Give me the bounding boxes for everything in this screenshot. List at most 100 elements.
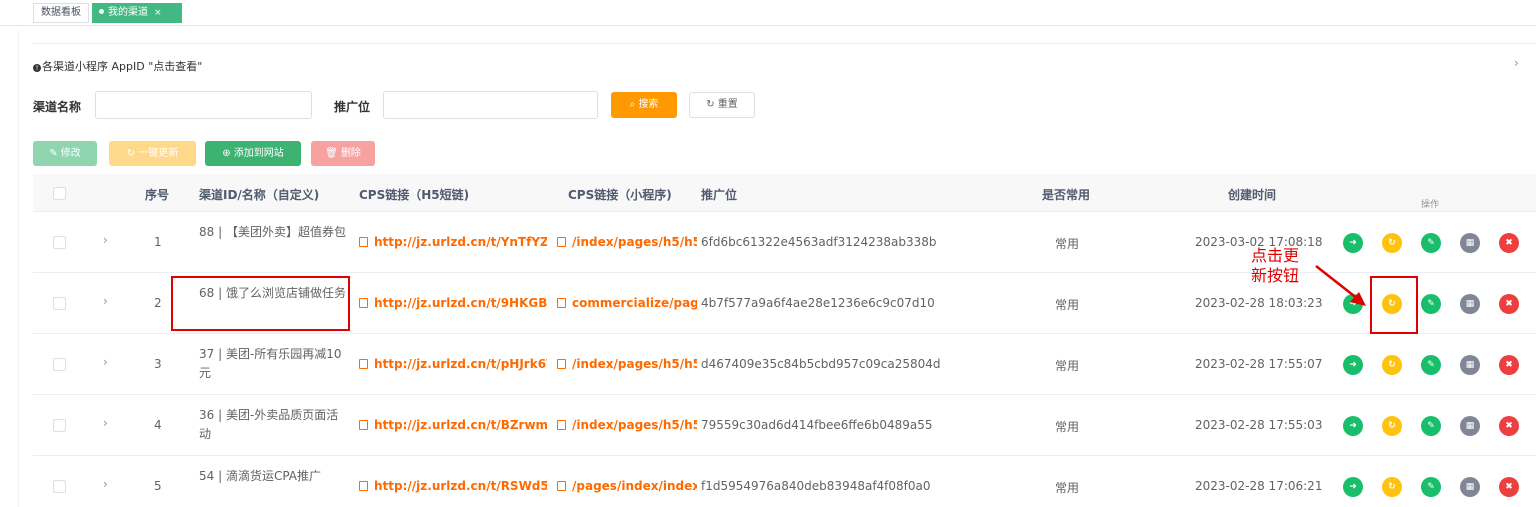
expand-row-icon[interactable]: › [103, 294, 108, 308]
copy-icon[interactable] [557, 359, 566, 369]
row-cps-mini-text: commercialize/pages [572, 296, 697, 310]
detail-button[interactable]: ➜ [1343, 355, 1363, 375]
chevron-right-icon[interactable]: › [1514, 56, 1519, 70]
delete-row-button[interactable]: ✖ [1499, 233, 1519, 253]
copy-icon[interactable] [557, 237, 566, 247]
row-checkbox[interactable] [53, 480, 66, 493]
row-checkbox[interactable] [53, 297, 66, 310]
copy-icon[interactable] [359, 237, 368, 247]
appid-notice[interactable]: ! 各渠道小程序 AppID "点击查看" [33, 58, 202, 74]
row-position: 6fd6bc61322e4563adf3124238ab338b [701, 235, 937, 249]
arrow-right-icon: ➜ [1349, 360, 1357, 370]
tab-dashboard[interactable]: 数据看板 [33, 3, 89, 23]
edit-row-button[interactable]: ✎ [1421, 294, 1441, 314]
row-checkbox[interactable] [53, 236, 66, 249]
detail-button[interactable]: ➜ [1343, 477, 1363, 497]
expand-row-icon[interactable]: › [103, 477, 108, 491]
tab-my-channels[interactable]: 我的渠道 × [92, 3, 182, 23]
channel-name-input[interactable] [95, 91, 312, 119]
grid-icon: ▦ [1465, 299, 1475, 309]
delete-row-button[interactable]: ✖ [1499, 355, 1519, 375]
grid-button[interactable]: ▦ [1460, 355, 1480, 375]
edit-row-button[interactable]: ✎ [1421, 355, 1441, 375]
delete-button[interactable]: 🗑 删除 [311, 141, 375, 166]
update-all-button[interactable]: ↻ 一键更新 [109, 141, 196, 166]
edit-row-button[interactable]: ✎ [1421, 477, 1441, 497]
refresh-icon: ↻ [706, 99, 718, 110]
trash-icon: 🗑 [325, 148, 341, 159]
tab-close-icon[interactable]: × [154, 8, 162, 18]
grid-button[interactable]: ▦ [1460, 233, 1480, 253]
update-button[interactable]: ↻ [1382, 355, 1402, 375]
row-cps-mini-link[interactable]: /index/pages/h5/h5? [557, 235, 697, 249]
copy-icon[interactable] [557, 481, 566, 491]
update-button[interactable]: ↻ [1382, 477, 1402, 497]
edit-button[interactable]: ✎ 修改 [33, 141, 97, 166]
detail-button[interactable]: ➜ [1343, 233, 1363, 253]
detail-button[interactable]: ➜ [1343, 416, 1363, 436]
search-button[interactable]: ⌕ 搜索 [611, 92, 677, 118]
grid-button[interactable]: ▦ [1460, 416, 1480, 436]
active-dot-icon [99, 9, 104, 14]
row-cps-mini-link[interactable]: /index/pages/h5/h5? [557, 357, 697, 371]
select-all-checkbox[interactable] [53, 187, 66, 200]
row-common: 常用 [1055, 237, 1080, 251]
edit-row-button[interactable]: ✎ [1421, 233, 1441, 253]
update-button[interactable]: ↻ [1382, 233, 1402, 253]
refresh-icon: ↻ [1388, 482, 1396, 492]
annotation-arrow [1315, 265, 1366, 306]
position-input[interactable] [383, 91, 598, 119]
expand-row-icon[interactable]: › [103, 355, 108, 369]
trash-icon: ✖ [1505, 421, 1513, 431]
delete-row-button[interactable]: ✖ [1499, 294, 1519, 314]
add-to-site-button[interactable]: ⊕ 添加到网站 [205, 141, 301, 166]
reset-button[interactable]: ↻ 重置 [689, 92, 755, 118]
delete-row-button[interactable]: ✖ [1499, 416, 1519, 436]
row-checkbox[interactable] [53, 419, 66, 432]
plus-circle-icon: ⊕ [222, 148, 234, 159]
row-cps-mini-link[interactable]: /pages/index/index? [557, 479, 697, 493]
row-checkbox[interactable] [53, 358, 66, 371]
row-cps-mini-link[interactable]: commercialize/pages [557, 296, 697, 310]
sidebar-divider [18, 30, 19, 507]
update-all-button-label: 一键更新 [138, 148, 179, 159]
row-cps-h5-text: http://jz.urlzd.cn/t/BZrwmuL··· [374, 418, 547, 432]
row-index: 1 [154, 235, 162, 249]
row-index: 3 [154, 357, 162, 371]
grid-button[interactable]: ▦ [1460, 294, 1480, 314]
row-cps-h5-link[interactable]: http://jz.urlzd.cn/t/YnTfYZG [359, 235, 547, 249]
update-button[interactable]: ↻ [1382, 416, 1402, 436]
grid-icon: ▦ [1465, 238, 1475, 248]
row-position: 79559c30ad6d414fbee6ffe6b0489a55 [701, 418, 933, 432]
header-common: 是否常用 [1042, 188, 1091, 202]
row-cps-h5-link[interactable]: http://jz.urlzd.cn/t/pHJrk6V [359, 357, 547, 371]
delete-row-button[interactable]: ✖ [1499, 477, 1519, 497]
header-channel: 渠道ID/名称（自定义) [199, 188, 320, 202]
copy-icon[interactable] [359, 481, 368, 491]
refresh-icon: ↻ [1388, 421, 1396, 431]
expand-row-icon[interactable]: › [103, 416, 108, 430]
copy-icon[interactable] [359, 420, 368, 430]
row-cps-mini-text: /pages/index/index? [572, 479, 697, 493]
annotation-text-line1: 点击更 [1251, 246, 1300, 265]
copy-icon[interactable] [557, 298, 566, 308]
copy-icon[interactable] [557, 420, 566, 430]
trash-icon: ✖ [1505, 238, 1513, 248]
edit-button-label: 修改 [60, 148, 81, 159]
table-row: › 3 37 | 美团-所有乐园再减10元 http://jz.urlzd.cn/t/… [33, 334, 1536, 395]
row-cps-h5-link[interactable]: http://jz.urlzd.cn/t/9HKGBTR··· [359, 296, 547, 310]
copy-icon[interactable] [359, 359, 368, 369]
copy-icon[interactable] [359, 298, 368, 308]
arrow-right-icon: ➜ [1349, 238, 1357, 248]
row-cps-h5-link[interactable]: http://jz.urlzd.cn/t/BZrwmuL··· [359, 418, 547, 432]
header-cps-mini: CPS链接（小程序) [568, 188, 672, 202]
row-cps-h5-link[interactable]: http://jz.urlzd.cn/t/RSWd5Jh··· [359, 479, 547, 493]
edit-icon: ✎ [49, 148, 61, 159]
tab-dashboard-label: 数据看板 [41, 7, 81, 18]
row-channel-name: 88 | 【美团外卖】超值券包 [199, 225, 346, 239]
grid-button[interactable]: ▦ [1460, 477, 1480, 497]
row-cps-mini-link[interactable]: /index/pages/h5/h5? [557, 418, 697, 432]
edit-row-button[interactable]: ✎ [1421, 416, 1441, 436]
expand-row-icon[interactable]: › [103, 233, 108, 247]
row-position: f1d5954976a840deb83948af4f08f0a0 [701, 479, 931, 493]
